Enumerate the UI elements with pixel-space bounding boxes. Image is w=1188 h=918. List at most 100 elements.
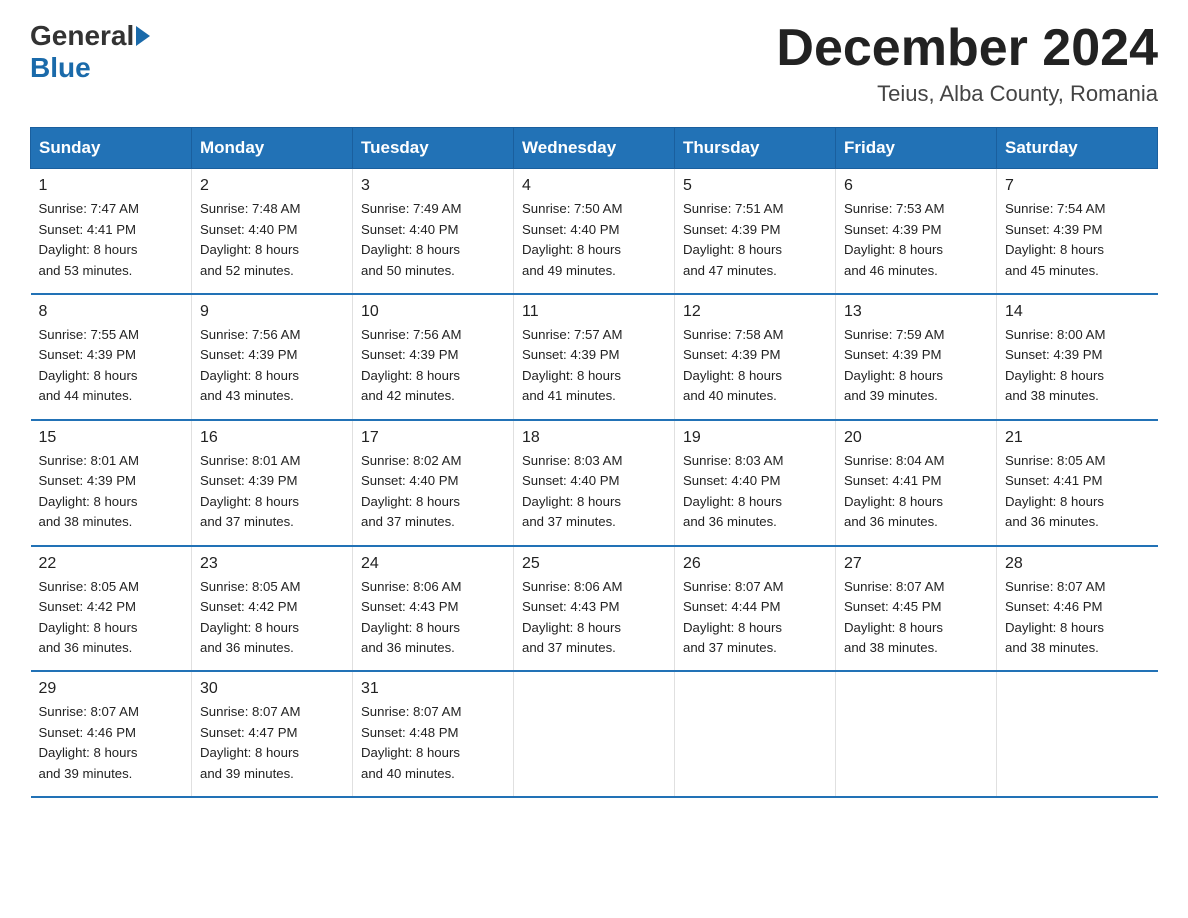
day-info: Sunrise: 8:00 AMSunset: 4:39 PMDaylight:… (1005, 327, 1105, 403)
title-block: December 2024 Teius, Alba County, Romani… (776, 20, 1158, 107)
week-row-5: 29 Sunrise: 8:07 AMSunset: 4:46 PMDaylig… (31, 671, 1158, 797)
day-info: Sunrise: 8:03 AMSunset: 4:40 PMDaylight:… (522, 453, 622, 529)
day-number: 16 (200, 429, 344, 447)
week-row-4: 22 Sunrise: 8:05 AMSunset: 4:42 PMDaylig… (31, 546, 1158, 672)
day-info: Sunrise: 8:05 AMSunset: 4:42 PMDaylight:… (39, 579, 139, 655)
day-cell-5: 5 Sunrise: 7:51 AMSunset: 4:39 PMDayligh… (675, 169, 836, 294)
day-number: 14 (1005, 303, 1150, 321)
day-number: 2 (200, 177, 344, 195)
day-info: Sunrise: 8:05 AMSunset: 4:41 PMDaylight:… (1005, 453, 1105, 529)
header-monday: Monday (192, 128, 353, 169)
day-number: 12 (683, 303, 827, 321)
day-info: Sunrise: 8:07 AMSunset: 4:46 PMDaylight:… (1005, 579, 1105, 655)
day-cell-33 (675, 671, 836, 797)
day-number: 8 (39, 303, 184, 321)
day-number: 31 (361, 680, 505, 698)
day-cell-3: 3 Sunrise: 7:49 AMSunset: 4:40 PMDayligh… (353, 169, 514, 294)
day-cell-2: 2 Sunrise: 7:48 AMSunset: 4:40 PMDayligh… (192, 169, 353, 294)
day-number: 19 (683, 429, 827, 447)
day-number: 5 (683, 177, 827, 195)
day-cell-27: 27 Sunrise: 8:07 AMSunset: 4:45 PMDaylig… (836, 546, 997, 672)
day-number: 23 (200, 555, 344, 573)
day-info: Sunrise: 7:47 AMSunset: 4:41 PMDaylight:… (39, 201, 139, 277)
day-cell-24: 24 Sunrise: 8:06 AMSunset: 4:43 PMDaylig… (353, 546, 514, 672)
header-wednesday: Wednesday (514, 128, 675, 169)
day-number: 21 (1005, 429, 1150, 447)
day-cell-7: 7 Sunrise: 7:54 AMSunset: 4:39 PMDayligh… (997, 169, 1158, 294)
day-number: 13 (844, 303, 988, 321)
day-number: 17 (361, 429, 505, 447)
day-cell-4: 4 Sunrise: 7:50 AMSunset: 4:40 PMDayligh… (514, 169, 675, 294)
day-cell-18: 18 Sunrise: 8:03 AMSunset: 4:40 PMDaylig… (514, 420, 675, 546)
day-info: Sunrise: 8:07 AMSunset: 4:44 PMDaylight:… (683, 579, 783, 655)
day-cell-32 (514, 671, 675, 797)
week-row-1: 1 Sunrise: 7:47 AMSunset: 4:41 PMDayligh… (31, 169, 1158, 294)
day-info: Sunrise: 8:05 AMSunset: 4:42 PMDaylight:… (200, 579, 300, 655)
day-info: Sunrise: 7:57 AMSunset: 4:39 PMDaylight:… (522, 327, 622, 403)
day-cell-25: 25 Sunrise: 8:06 AMSunset: 4:43 PMDaylig… (514, 546, 675, 672)
month-title: December 2024 (776, 20, 1158, 77)
day-info: Sunrise: 7:50 AMSunset: 4:40 PMDaylight:… (522, 201, 622, 277)
weekday-header-row: Sunday Monday Tuesday Wednesday Thursday… (31, 128, 1158, 169)
day-number: 28 (1005, 555, 1150, 573)
day-cell-15: 15 Sunrise: 8:01 AMSunset: 4:39 PMDaylig… (31, 420, 192, 546)
day-cell-28: 28 Sunrise: 8:07 AMSunset: 4:46 PMDaylig… (997, 546, 1158, 672)
day-number: 24 (361, 555, 505, 573)
day-info: Sunrise: 7:56 AMSunset: 4:39 PMDaylight:… (200, 327, 300, 403)
day-number: 18 (522, 429, 666, 447)
day-number: 30 (200, 680, 344, 698)
logo: General Blue (30, 20, 152, 84)
day-number: 4 (522, 177, 666, 195)
day-info: Sunrise: 7:59 AMSunset: 4:39 PMDaylight:… (844, 327, 944, 403)
day-cell-19: 19 Sunrise: 8:03 AMSunset: 4:40 PMDaylig… (675, 420, 836, 546)
header-thursday: Thursday (675, 128, 836, 169)
day-info: Sunrise: 7:48 AMSunset: 4:40 PMDaylight:… (200, 201, 300, 277)
day-cell-21: 21 Sunrise: 8:05 AMSunset: 4:41 PMDaylig… (997, 420, 1158, 546)
day-number: 9 (200, 303, 344, 321)
header-friday: Friday (836, 128, 997, 169)
day-info: Sunrise: 7:56 AMSunset: 4:39 PMDaylight:… (361, 327, 461, 403)
day-cell-1: 1 Sunrise: 7:47 AMSunset: 4:41 PMDayligh… (31, 169, 192, 294)
day-info: Sunrise: 8:07 AMSunset: 4:47 PMDaylight:… (200, 704, 300, 780)
day-cell-6: 6 Sunrise: 7:53 AMSunset: 4:39 PMDayligh… (836, 169, 997, 294)
header-saturday: Saturday (997, 128, 1158, 169)
day-number: 26 (683, 555, 827, 573)
day-cell-10: 10 Sunrise: 7:56 AMSunset: 4:39 PMDaylig… (353, 294, 514, 420)
day-number: 15 (39, 429, 184, 447)
day-number: 10 (361, 303, 505, 321)
day-info: Sunrise: 8:03 AMSunset: 4:40 PMDaylight:… (683, 453, 783, 529)
day-cell-8: 8 Sunrise: 7:55 AMSunset: 4:39 PMDayligh… (31, 294, 192, 420)
day-info: Sunrise: 8:07 AMSunset: 4:48 PMDaylight:… (361, 704, 461, 780)
logo-blue-text: Blue (30, 52, 91, 84)
day-info: Sunrise: 8:01 AMSunset: 4:39 PMDaylight:… (39, 453, 139, 529)
day-cell-23: 23 Sunrise: 8:05 AMSunset: 4:42 PMDaylig… (192, 546, 353, 672)
day-info: Sunrise: 7:54 AMSunset: 4:39 PMDaylight:… (1005, 201, 1105, 277)
week-row-2: 8 Sunrise: 7:55 AMSunset: 4:39 PMDayligh… (31, 294, 1158, 420)
day-number: 27 (844, 555, 988, 573)
day-info: Sunrise: 8:06 AMSunset: 4:43 PMDaylight:… (522, 579, 622, 655)
day-cell-34 (836, 671, 997, 797)
day-cell-22: 22 Sunrise: 8:05 AMSunset: 4:42 PMDaylig… (31, 546, 192, 672)
day-cell-29: 29 Sunrise: 8:07 AMSunset: 4:46 PMDaylig… (31, 671, 192, 797)
day-cell-20: 20 Sunrise: 8:04 AMSunset: 4:41 PMDaylig… (836, 420, 997, 546)
day-number: 25 (522, 555, 666, 573)
header-tuesday: Tuesday (353, 128, 514, 169)
day-cell-31: 31 Sunrise: 8:07 AMSunset: 4:48 PMDaylig… (353, 671, 514, 797)
day-cell-17: 17 Sunrise: 8:02 AMSunset: 4:40 PMDaylig… (353, 420, 514, 546)
day-info: Sunrise: 7:49 AMSunset: 4:40 PMDaylight:… (361, 201, 461, 277)
logo-arrow-icon (136, 26, 150, 46)
day-info: Sunrise: 8:07 AMSunset: 4:45 PMDaylight:… (844, 579, 944, 655)
day-info: Sunrise: 8:02 AMSunset: 4:40 PMDaylight:… (361, 453, 461, 529)
day-info: Sunrise: 8:07 AMSunset: 4:46 PMDaylight:… (39, 704, 139, 780)
day-cell-16: 16 Sunrise: 8:01 AMSunset: 4:39 PMDaylig… (192, 420, 353, 546)
day-cell-35 (997, 671, 1158, 797)
day-cell-30: 30 Sunrise: 8:07 AMSunset: 4:47 PMDaylig… (192, 671, 353, 797)
day-info: Sunrise: 8:06 AMSunset: 4:43 PMDaylight:… (361, 579, 461, 655)
day-number: 22 (39, 555, 184, 573)
day-info: Sunrise: 7:53 AMSunset: 4:39 PMDaylight:… (844, 201, 944, 277)
day-number: 1 (39, 177, 184, 195)
day-cell-12: 12 Sunrise: 7:58 AMSunset: 4:39 PMDaylig… (675, 294, 836, 420)
day-number: 6 (844, 177, 988, 195)
day-info: Sunrise: 7:58 AMSunset: 4:39 PMDaylight:… (683, 327, 783, 403)
day-cell-26: 26 Sunrise: 8:07 AMSunset: 4:44 PMDaylig… (675, 546, 836, 672)
